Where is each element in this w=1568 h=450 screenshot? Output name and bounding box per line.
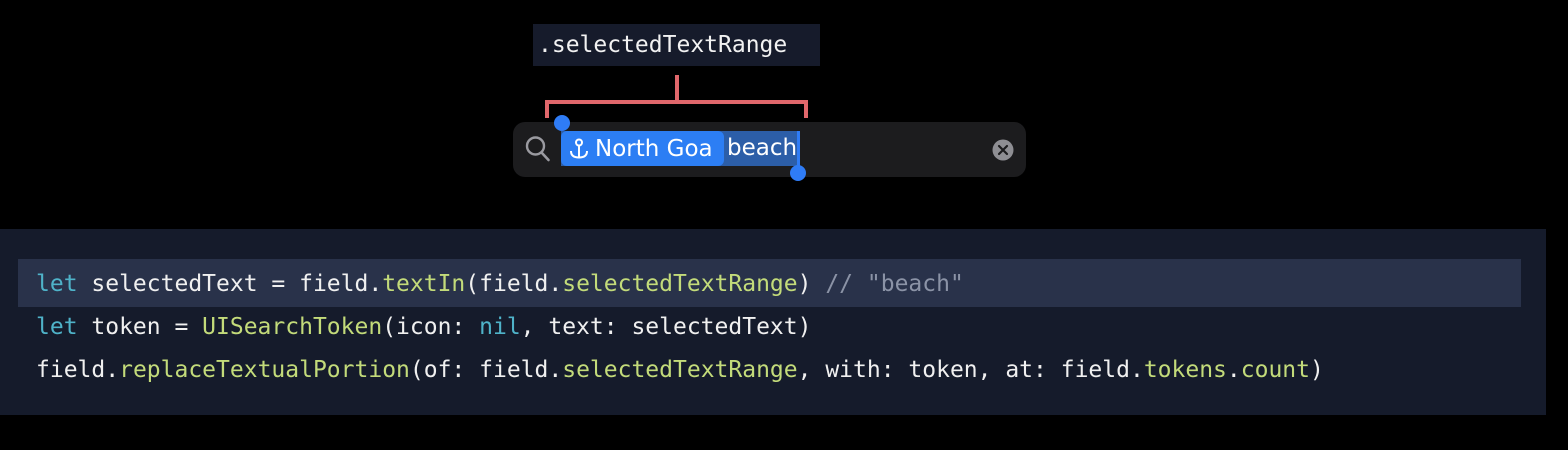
search-icon bbox=[525, 135, 551, 167]
code-token: UISearchToken bbox=[202, 314, 383, 340]
code-token: , with: token, at: field. bbox=[797, 357, 1144, 383]
selection-end-handle[interactable] bbox=[790, 165, 806, 181]
search-field[interactable]: North Goa beach bbox=[513, 115, 1026, 181]
code-token: replaceTextualPortion bbox=[119, 357, 410, 383]
code-token: tokens bbox=[1143, 357, 1227, 383]
clear-icon[interactable] bbox=[992, 139, 1014, 165]
code-token: selectedTextRange bbox=[562, 271, 798, 297]
code-token: ) bbox=[1310, 357, 1324, 383]
code-token: // "beach" bbox=[825, 271, 964, 297]
code-token: let bbox=[36, 314, 78, 340]
code-token: (icon: bbox=[382, 314, 480, 340]
code-token: textIn bbox=[382, 271, 466, 297]
code-token: nil bbox=[479, 314, 521, 340]
code-line-1: let selectedText = field.textIn(field.se… bbox=[36, 261, 964, 307]
range-bracket bbox=[545, 75, 808, 118]
code-token: ) bbox=[797, 271, 826, 297]
token-label: North Goa bbox=[595, 135, 713, 162]
search-field-text: beach bbox=[727, 135, 798, 161]
code-token: , text: selectedText) bbox=[520, 314, 812, 340]
code-panel: let selectedText = field.textIn(field.se… bbox=[0, 229, 1546, 415]
search-token[interactable]: North Goa bbox=[561, 131, 724, 166]
code-token: (of: field. bbox=[409, 357, 563, 383]
code-line-3: field.replaceTextualPortion(of: field.se… bbox=[36, 347, 1324, 393]
code-line-2: let token = UISearchToken(icon: nil, tex… bbox=[36, 304, 811, 350]
selection-start-handle[interactable] bbox=[554, 115, 570, 131]
code-token: token = bbox=[77, 314, 203, 340]
map-pin-icon bbox=[569, 138, 589, 160]
code-token: selectedText = field. bbox=[77, 271, 383, 297]
code-token: . bbox=[1226, 357, 1241, 383]
text-caret bbox=[797, 131, 800, 169]
code-token: count bbox=[1240, 357, 1311, 383]
code-token: selectedTextRange bbox=[562, 357, 798, 383]
code-token: field. bbox=[36, 357, 120, 383]
code-token: (field. bbox=[465, 271, 563, 297]
code-token: let bbox=[36, 271, 78, 297]
